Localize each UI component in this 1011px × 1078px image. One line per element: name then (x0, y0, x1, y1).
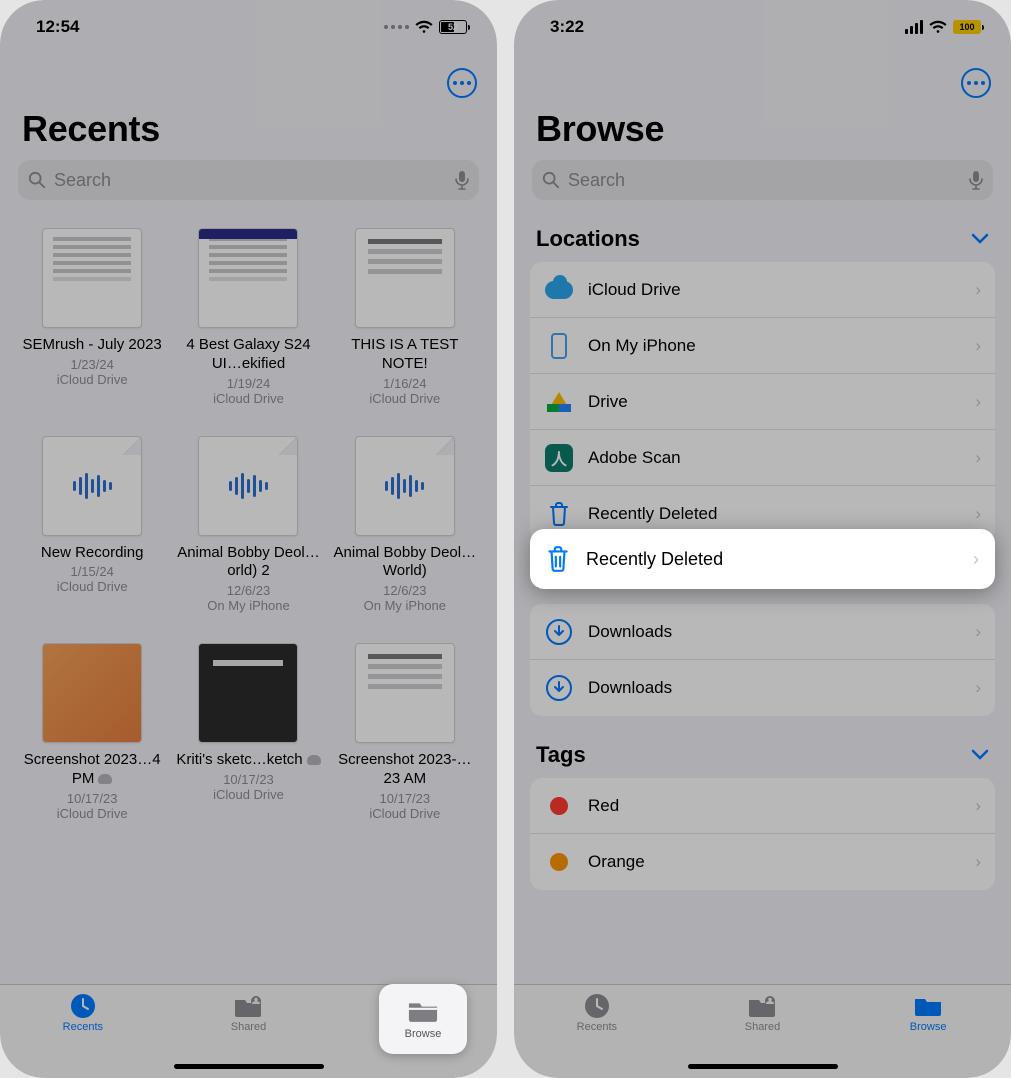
signal-dots-icon (384, 25, 409, 29)
clock-icon (582, 993, 612, 1019)
status-time: 12:54 (36, 17, 79, 37)
tab-recents[interactable]: Recents (23, 993, 143, 1078)
search-field[interactable]: Search (18, 160, 479, 200)
icloud-icon (544, 275, 574, 305)
folder-shared-icon (747, 993, 777, 1019)
tags-list: Red › Orange › (530, 778, 995, 890)
file-item[interactable]: Screenshot 2023…4 PM 10/17/23 iCloud Dri… (18, 643, 166, 821)
battery-icon: 52 (439, 20, 467, 34)
file-item[interactable]: THIS IS A TEST NOTE! 1/16/24 iCloud Driv… (331, 228, 479, 406)
tag-orange[interactable]: Orange › (530, 834, 995, 890)
location-icloud-drive[interactable]: iCloud Drive › (530, 262, 995, 318)
screenshot-recents: 12:54 52 Recents Search SEMrush - July 2… (0, 0, 497, 1078)
thumbnail-audio-icon (198, 436, 298, 536)
thumbnail-screenshot-icon (42, 643, 142, 743)
favourite-downloads[interactable]: Downloads › (530, 604, 995, 660)
search-field[interactable]: Search (532, 160, 993, 200)
cloud-download-icon (307, 755, 321, 765)
highlight-recently-deleted[interactable]: Recently Deleted › (530, 529, 995, 589)
wifi-icon (929, 20, 947, 34)
section-locations-header[interactable]: Locations (514, 200, 1011, 262)
download-icon (544, 673, 574, 703)
chevron-down-icon (971, 233, 989, 245)
file-item[interactable]: Screenshot 2023-…23 AM 10/17/23 iCloud D… (331, 643, 479, 821)
more-options-button[interactable] (447, 68, 477, 98)
tag-color-icon (544, 847, 574, 877)
screenshot-browse: 3:22 100 Browse Search Locations iCloud … (514, 0, 1011, 1078)
status-bar: 3:22 100 (514, 0, 1011, 54)
location-drive[interactable]: Drive › (530, 374, 995, 430)
file-item[interactable]: New Recording 1/15/24 iCloud Drive (18, 436, 166, 614)
folder-icon (913, 993, 943, 1019)
status-bar: 12:54 52 (0, 0, 497, 54)
screen-title: Browse (514, 98, 1011, 160)
search-icon (28, 171, 46, 189)
mic-icon[interactable] (455, 170, 469, 190)
chevron-right-icon: › (975, 678, 981, 698)
location-on-my-iphone[interactable]: On My iPhone › (530, 318, 995, 374)
home-indicator[interactable] (174, 1064, 324, 1069)
search-placeholder: Search (568, 170, 625, 191)
thumbnail-doc-icon (42, 228, 142, 328)
file-item[interactable]: Animal Bobby Deol…orld) 2 12/6/23 On My … (174, 436, 322, 614)
clock-icon (68, 993, 98, 1019)
chevron-down-icon (971, 749, 989, 761)
chevron-right-icon: › (975, 504, 981, 524)
thumbnail-screenshot-icon (198, 643, 298, 743)
chevron-right-icon: › (975, 796, 981, 816)
thumbnail-audio-icon (355, 436, 455, 536)
location-adobe-scan[interactable]: 人 Adobe Scan › (530, 430, 995, 486)
screen-title: Recents (0, 98, 497, 160)
status-time: 3:22 (550, 17, 584, 37)
tab-browse[interactable]: Browse (868, 993, 988, 1078)
tag-color-icon (544, 791, 574, 821)
chevron-right-icon: › (975, 392, 981, 412)
download-icon (544, 617, 574, 647)
cellular-icon (905, 20, 923, 34)
thumbnail-audio-icon (42, 436, 142, 536)
home-indicator[interactable] (688, 1064, 838, 1069)
iphone-icon (544, 331, 574, 361)
recents-grid: SEMrush - July 2023 1/23/24 iCloud Drive… (0, 200, 497, 931)
battery-icon: 100 (953, 20, 981, 34)
file-item[interactable]: Animal Bobby Deol…World) 12/6/23 On My i… (331, 436, 479, 614)
search-icon (542, 171, 560, 189)
chevron-right-icon: › (973, 549, 979, 570)
cloud-download-icon (98, 774, 112, 784)
tab-recents[interactable]: Recents (537, 993, 657, 1078)
section-tags-header[interactable]: Tags (514, 716, 1011, 778)
chevron-right-icon: › (975, 622, 981, 642)
chevron-right-icon: › (975, 448, 981, 468)
folder-icon (406, 998, 440, 1024)
file-item[interactable]: 4 Best Galaxy S24 UI…ekified 1/19/24 iCl… (174, 228, 322, 406)
more-options-button[interactable] (961, 68, 991, 98)
google-drive-icon (544, 387, 574, 417)
mic-icon[interactable] (969, 170, 983, 190)
tag-red[interactable]: Red › (530, 778, 995, 834)
favourites-list: Downloads › Downloads › (530, 604, 995, 716)
wifi-icon (415, 20, 433, 34)
trash-icon (544, 499, 574, 529)
file-item[interactable]: Kriti's sketc…ketch 10/17/23 iCloud Driv… (174, 643, 322, 821)
trash-icon (546, 545, 570, 573)
adobe-scan-icon: 人 (544, 443, 574, 473)
folder-shared-icon (233, 993, 263, 1019)
chevron-right-icon: › (975, 336, 981, 356)
locations-list: iCloud Drive › On My iPhone › Drive › 人 … (530, 262, 995, 542)
favourite-downloads[interactable]: Downloads › (530, 660, 995, 716)
chevron-right-icon: › (975, 852, 981, 872)
highlight-browse-tab[interactable]: Browse (379, 984, 467, 1054)
file-item[interactable]: SEMrush - July 2023 1/23/24 iCloud Drive (18, 228, 166, 406)
thumbnail-note-icon (355, 228, 455, 328)
thumbnail-doc-icon (198, 228, 298, 328)
thumbnail-note-icon (355, 643, 455, 743)
search-placeholder: Search (54, 170, 111, 191)
chevron-right-icon: › (975, 280, 981, 300)
